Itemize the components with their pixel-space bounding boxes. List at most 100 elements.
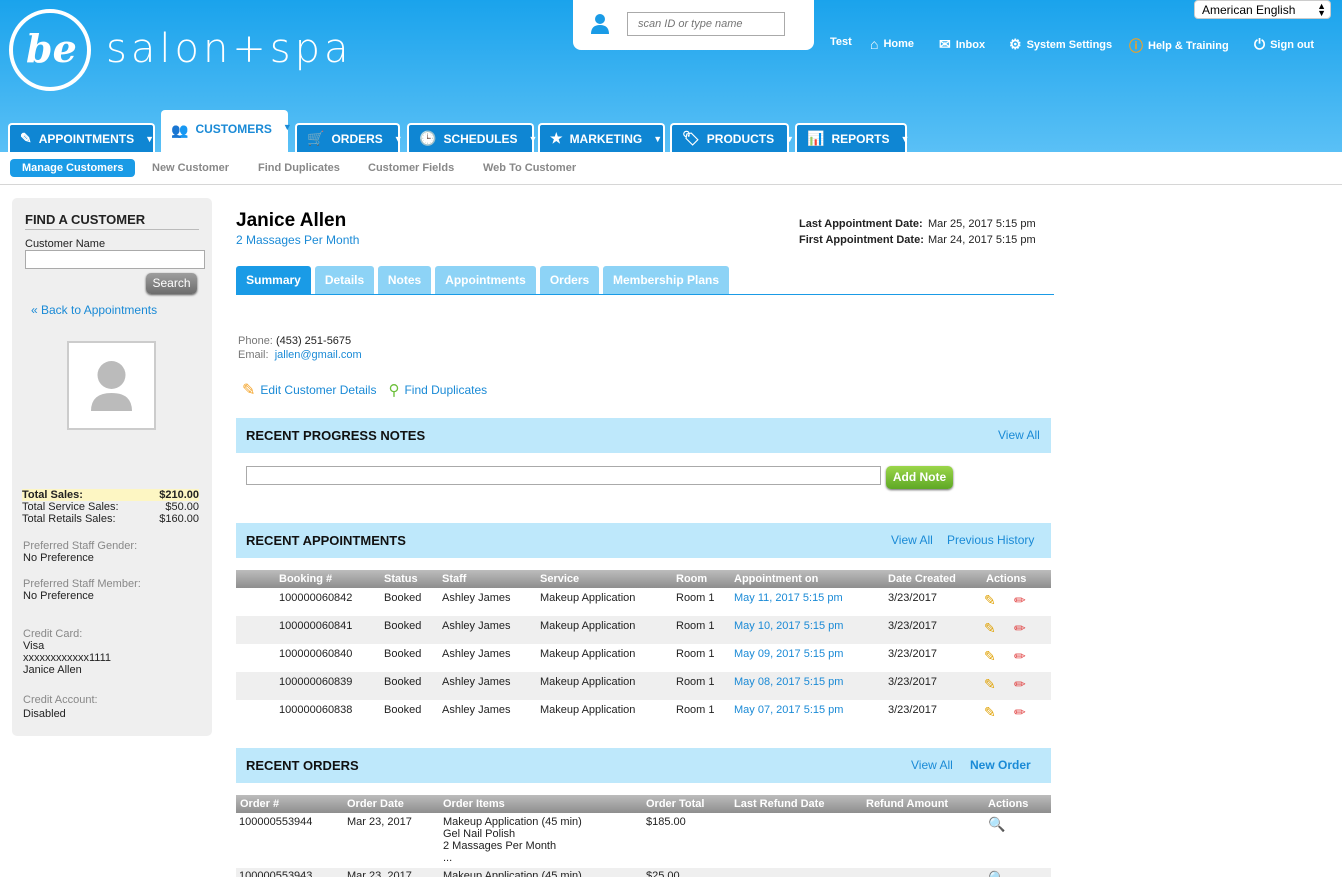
pencil-red-icon[interactable]: ✏ bbox=[1014, 592, 1026, 609]
room-cell: Room 1 bbox=[676, 648, 715, 660]
phone-label: Phone: bbox=[238, 335, 273, 347]
table-row: 100000060839 Booked Ashley James Makeup App… bbox=[236, 672, 1051, 700]
subnav-web-to-customer[interactable]: Web To Customer bbox=[483, 159, 576, 177]
tab-details[interactable]: Details bbox=[315, 266, 374, 294]
edit-customer-details-link[interactable]: ✎ Edit Customer Details bbox=[242, 380, 376, 400]
tab-orders-detail[interactable]: Orders bbox=[540, 266, 599, 294]
previous-history-link[interactable]: Previous History bbox=[947, 533, 1034, 547]
room-cell: Room 1 bbox=[676, 676, 715, 688]
edit-appointment-icon[interactable]: ✎ bbox=[984, 592, 996, 609]
progress-notes-header: RECENT PROGRESS NOTES View All bbox=[236, 418, 1051, 453]
customer-name-input[interactable] bbox=[25, 250, 205, 269]
find-customer-title: FIND A CUSTOMER bbox=[25, 212, 199, 230]
subnav-manage-customers[interactable]: Manage Customers bbox=[10, 159, 136, 177]
chevron-down-icon: ▼ bbox=[900, 133, 910, 144]
staff-cell: Ashley James bbox=[442, 592, 511, 604]
retail-sales-value: $160.00 bbox=[159, 513, 199, 525]
date-created-cell: 3/23/2017 bbox=[888, 592, 937, 604]
edit-appointment-icon[interactable]: ✎ bbox=[984, 620, 996, 637]
tab-schedules-label: SCHEDULES bbox=[443, 131, 518, 146]
language-select[interactable]: American English ▲ ▼ bbox=[1194, 0, 1331, 19]
subnav-find-duplicates[interactable]: Find Duplicates bbox=[258, 159, 340, 177]
appointments-view-all-link[interactable]: View All bbox=[891, 533, 933, 547]
inbox-link[interactable]: ✉ Inbox bbox=[939, 36, 985, 53]
tab-customers[interactable]: 👥 CUSTOMERS ▼ bbox=[161, 110, 292, 152]
logo-text[interactable]: salon+spa bbox=[106, 26, 353, 72]
chevron-down-icon: ▼ bbox=[785, 133, 795, 144]
help-training-link[interactable]: ⓘ Help & Training bbox=[1129, 36, 1229, 56]
tab-membership-plans[interactable]: Membership Plans bbox=[603, 266, 729, 294]
star-icon: ★ bbox=[550, 130, 563, 146]
add-note-button[interactable]: Add Note bbox=[886, 466, 953, 489]
find-duplicates-link[interactable]: ⚲ Find Duplicates bbox=[388, 380, 487, 400]
tab-summary[interactable]: Summary bbox=[236, 266, 311, 294]
clock-icon: 🕒 bbox=[419, 130, 437, 146]
customer-actions: ✎ Edit Customer Details ⚲ Find Duplicates bbox=[242, 380, 487, 400]
sign-out-label: Sign out bbox=[1270, 38, 1315, 51]
service-cell: Makeup Application bbox=[540, 620, 636, 632]
subnav-customer-fields[interactable]: Customer Fields bbox=[368, 159, 454, 177]
pencil-red-icon[interactable]: ✏ bbox=[1014, 620, 1026, 637]
col-room: Room bbox=[676, 573, 708, 585]
back-to-appointments-link[interactable]: « Back to Appointments bbox=[31, 303, 157, 317]
appointment-on-cell[interactable]: May 08, 2017 5:15 pm bbox=[734, 676, 843, 688]
appointment-on-cell[interactable]: May 09, 2017 5:15 pm bbox=[734, 648, 843, 660]
booking-number-cell: 100000060839 bbox=[279, 676, 353, 688]
staff-cell: Ashley James bbox=[442, 704, 511, 716]
orders-view-all-link[interactable]: View All bbox=[911, 758, 953, 772]
retail-sales-label: Total Retails Sales: bbox=[22, 513, 116, 525]
tab-schedules[interactable]: 🕒 SCHEDULES ▼ bbox=[407, 123, 537, 152]
sign-out-link[interactable]: ⏻ Sign out bbox=[1254, 36, 1314, 53]
tab-notes[interactable]: Notes bbox=[378, 266, 431, 294]
staff-cell: Ashley James bbox=[442, 620, 511, 632]
scan-input[interactable] bbox=[627, 12, 785, 36]
appointment-on-cell[interactable]: May 07, 2017 5:15 pm bbox=[734, 704, 843, 716]
view-order-icon[interactable]: 🔍 bbox=[988, 870, 1005, 877]
sub-nav: Manage Customers New Customer Find Dupli… bbox=[0, 152, 1342, 185]
appointment-on-cell[interactable]: May 10, 2017 5:15 pm bbox=[734, 620, 843, 632]
pencil-red-icon[interactable]: ✏ bbox=[1014, 704, 1026, 721]
search-button[interactable]: Search bbox=[146, 273, 197, 294]
subnav-new-customer[interactable]: New Customer bbox=[152, 159, 229, 177]
credit-card-block: Credit Card: Visa xxxxxxxxxxxx1111 Janic… bbox=[23, 628, 111, 676]
tab-orders[interactable]: 🛒 ORDERS ▼ bbox=[295, 123, 403, 152]
edit-appointment-icon[interactable]: ✎ bbox=[984, 676, 996, 693]
service-cell: Makeup Application bbox=[540, 592, 636, 604]
test-link[interactable]: Test bbox=[830, 36, 852, 48]
notes-view-all-link[interactable]: View All bbox=[998, 428, 1040, 442]
pencil-red-icon[interactable]: ✏ bbox=[1014, 648, 1026, 665]
language-value: American English bbox=[1202, 3, 1296, 17]
tab-marketing[interactable]: ★ MARKETING ▼ bbox=[538, 123, 665, 152]
new-order-link[interactable]: New Order bbox=[970, 758, 1031, 772]
tab-products[interactable]: 🏷 PRODUCTS ▼ bbox=[670, 123, 794, 152]
staff-gender-label: Preferred Staff Gender: bbox=[23, 540, 138, 552]
tab-appointments-detail[interactable]: Appointments bbox=[435, 266, 536, 294]
email-link[interactable]: jallen@gmail.com bbox=[275, 349, 362, 361]
col-booking: Booking # bbox=[279, 573, 333, 585]
status-cell: Booked bbox=[384, 648, 422, 660]
edit-appointment-icon[interactable]: ✎ bbox=[984, 704, 996, 721]
pencil-red-icon[interactable]: ✏ bbox=[1014, 676, 1026, 693]
tab-reports[interactable]: 📊 REPORTS ▼ bbox=[795, 123, 910, 152]
chevron-down-icon: ▼ bbox=[393, 133, 403, 144]
appointment-on-cell[interactable]: May 11, 2017 5:15 pm bbox=[734, 592, 843, 604]
chevron-down-icon: ▼ bbox=[145, 133, 154, 144]
recent-orders-header: RECENT ORDERS View All New Order bbox=[236, 748, 1051, 783]
avatar-placeholder-icon bbox=[91, 361, 132, 411]
table-row: 100000060840 Booked Ashley James Makeup App… bbox=[236, 644, 1051, 672]
edit-customer-label: Edit Customer Details bbox=[260, 383, 377, 397]
order-number-cell: 100000553944 bbox=[239, 816, 313, 828]
test-link-label: Test bbox=[830, 36, 852, 48]
customer-plan-link[interactable]: 2 Massages Per Month bbox=[236, 233, 359, 247]
edit-appointment-icon[interactable]: ✎ bbox=[984, 648, 996, 665]
logo-mark[interactable]: be bbox=[9, 9, 91, 91]
customer-name: Janice Allen bbox=[236, 210, 347, 231]
envelope-icon: ✉ bbox=[939, 36, 951, 52]
system-settings-link[interactable]: ⚙ System Settings bbox=[1009, 36, 1112, 53]
home-link[interactable]: ⌂ Home bbox=[870, 36, 914, 52]
sales-summary: Total Sales: $210.00 Total Service Sales:… bbox=[22, 489, 199, 525]
tab-appointments[interactable]: ✎ APPOINTMENTS ▼ bbox=[8, 123, 155, 152]
note-input[interactable] bbox=[246, 466, 881, 485]
contact-info: Phone: (453) 251-5675 Email: jallen@gmai… bbox=[238, 334, 362, 362]
view-order-icon[interactable]: 🔍 bbox=[988, 816, 1005, 833]
